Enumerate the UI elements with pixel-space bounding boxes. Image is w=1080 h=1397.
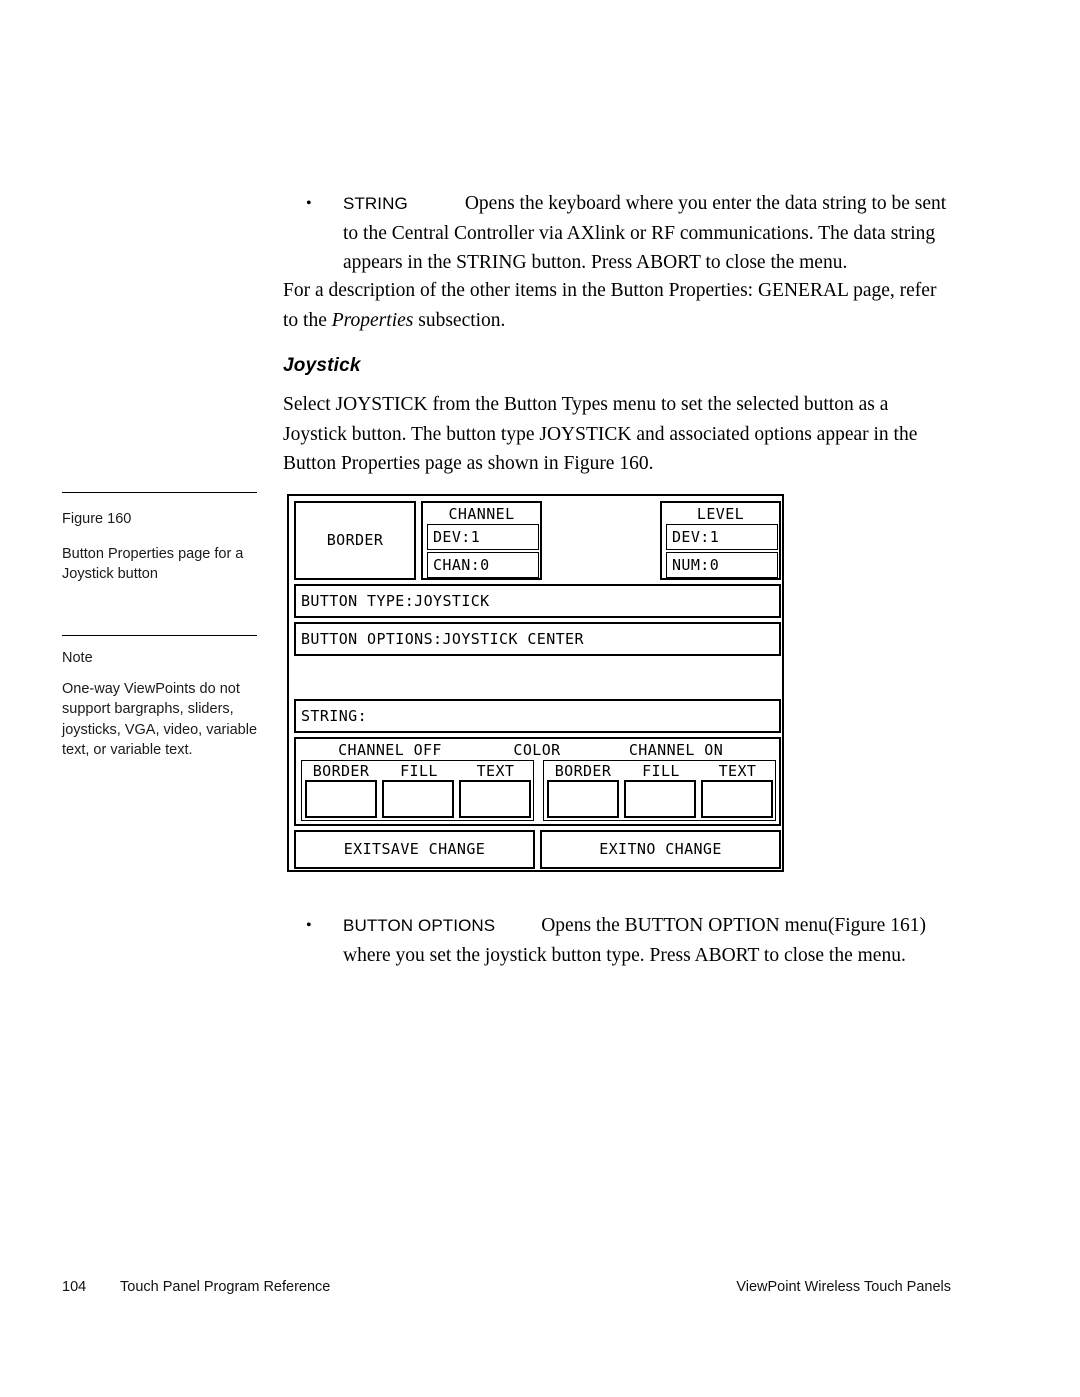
- channel-off-border-label: BORDER: [312, 762, 370, 780]
- bullet-item-string: • STRING Opens the keyboard where you ente…: [283, 189, 951, 278]
- level-group-title: LEVEL: [696, 505, 745, 523]
- channel-on-text-label: TEXT: [718, 762, 757, 780]
- footer-left-title: Touch Panel Program Reference: [120, 1279, 331, 1295]
- exit-no-change-line2: NO CHANGE: [636, 840, 722, 859]
- footer-right-title: ViewPoint Wireless Touch Panels: [736, 1279, 951, 1295]
- bullet-dot-icon-2: •: [306, 917, 312, 934]
- level-dev-value: DEV:1: [672, 528, 720, 546]
- channel-on-fill-swatch[interactable]: [624, 780, 696, 818]
- note-label: Note: [62, 650, 93, 666]
- paragraph-general-after: subsection.: [413, 309, 506, 331]
- bullet-term-button-options: BUTTON OPTIONS: [343, 916, 496, 935]
- exit-save-change-line2: SAVE CHANGE: [381, 840, 486, 859]
- margin-divider-top: [62, 492, 257, 493]
- bullet-item-button-options: • BUTTON OPTIONS Opens the BUTTON OPTION m…: [283, 911, 951, 970]
- border-button[interactable]: BORDER: [294, 501, 416, 580]
- exit-no-change-button[interactable]: EXIT NO CHANGE: [540, 830, 781, 869]
- channel-dev-value: DEV:1: [433, 528, 481, 546]
- exit-no-change-label: EXIT NO CHANGE: [542, 832, 779, 867]
- exit-no-change-line1: EXIT: [599, 840, 637, 859]
- level-num-field[interactable]: NUM:0: [666, 552, 778, 578]
- string-field-value: STRING:: [301, 707, 368, 725]
- bullet-term-string: STRING: [343, 194, 408, 213]
- footer-page-number: 104: [62, 1279, 87, 1295]
- channel-on-border-swatch[interactable]: [547, 780, 619, 818]
- channel-group-title: CHANNEL: [448, 505, 515, 523]
- level-dev-field[interactable]: DEV:1: [666, 524, 778, 550]
- channel-off-group: BORDER FILL TEXT: [301, 760, 534, 821]
- color-section: CHANNEL OFF COLOR CHANNEL ON BORDER FILL…: [294, 737, 781, 826]
- channel-off-fill-label: FILL: [400, 762, 438, 780]
- button-type-value: BUTTON TYPE:JOYSTICK: [301, 592, 490, 610]
- button-type-field[interactable]: BUTTON TYPE:JOYSTICK: [294, 584, 781, 618]
- note-block: Note One-way ViewPoints do not support b…: [62, 648, 258, 761]
- string-field[interactable]: STRING:: [294, 699, 781, 733]
- channel-on-text-swatch[interactable]: [701, 780, 773, 818]
- exit-save-change-button[interactable]: EXIT SAVE CHANGE: [294, 830, 535, 869]
- channel-off-text-label: TEXT: [476, 762, 515, 780]
- channel-off-fill-swatch[interactable]: [382, 780, 454, 818]
- level-group: LEVEL DEV:1 NUM:0: [660, 501, 781, 580]
- exit-save-change-label: EXIT SAVE CHANGE: [296, 832, 533, 867]
- channel-off-border-swatch[interactable]: [305, 780, 377, 818]
- paragraph-joystick: Select JOYSTICK from the Button Types me…: [283, 394, 918, 474]
- button-options-value: BUTTON OPTIONS:JOYSTICK CENTER: [301, 630, 584, 648]
- button-options-field[interactable]: BUTTON OPTIONS:JOYSTICK CENTER: [294, 622, 781, 656]
- channel-on-title: CHANNEL ON: [628, 741, 724, 759]
- channel-chan-value: CHAN:0: [433, 556, 490, 574]
- figure-caption: Button Properties page for a Joystick bu…: [62, 545, 244, 583]
- paragraph-general-italic: Properties: [331, 309, 414, 331]
- figure-label: Figure 160: [62, 511, 132, 527]
- channel-off-title: CHANNEL OFF: [338, 741, 442, 759]
- margin-divider-note: [62, 635, 257, 636]
- figure-caption-block: Figure 160 Button Properties page for a …: [62, 509, 258, 585]
- channel-chan-field[interactable]: CHAN:0: [427, 552, 539, 578]
- channel-on-fill-label: FILL: [642, 762, 680, 780]
- channel-dev-field[interactable]: DEV:1: [427, 524, 539, 550]
- note-text: One-way ViewPoints do not support bargra…: [62, 680, 258, 759]
- button-properties-panel: BORDER CHANNEL DEV:1 CHAN:0 LEVEL DEV:1 …: [287, 494, 784, 872]
- level-num-value: NUM:0: [672, 556, 720, 574]
- color-title: COLOR: [513, 741, 561, 759]
- channel-on-border-label: BORDER: [554, 762, 612, 780]
- paragraph-general-reference: For a description of the other items in …: [283, 276, 951, 335]
- section-heading-joystick: Joystick: [283, 355, 361, 376]
- exit-save-change-line1: EXIT: [343, 840, 382, 859]
- channel-group: CHANNEL DEV:1 CHAN:0: [421, 501, 542, 580]
- channel-off-text-swatch[interactable]: [459, 780, 531, 818]
- channel-on-group: BORDER FILL TEXT: [543, 760, 776, 821]
- border-button-label: BORDER: [326, 531, 384, 550]
- bullet-body-string: Opens the keyboard where you enter the d…: [343, 193, 947, 273]
- bullet-dot-icon: •: [306, 195, 312, 212]
